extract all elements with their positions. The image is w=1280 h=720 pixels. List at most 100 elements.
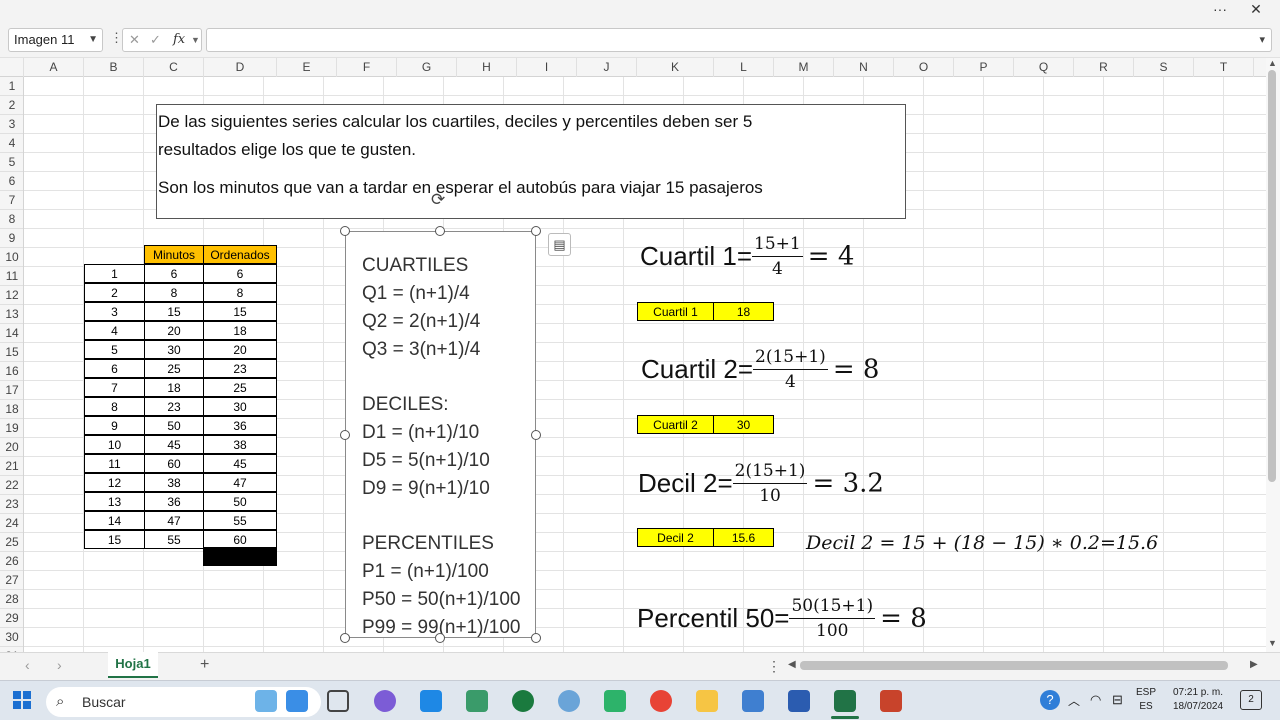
result-label-cuartil-2[interactable]: Cuartil 2 bbox=[637, 415, 714, 434]
table-cell-ordenados[interactable]: 25 bbox=[203, 378, 277, 397]
scroll-right-icon[interactable]: ▶ bbox=[1250, 659, 1258, 670]
row-header[interactable]: 16 bbox=[0, 362, 23, 381]
row-header[interactable]: 25 bbox=[0, 533, 23, 552]
resize-handle[interactable] bbox=[435, 226, 445, 236]
table-cell-ordenados[interactable]: 15 bbox=[203, 302, 277, 321]
row-header[interactable]: 18 bbox=[0, 400, 23, 419]
next-sheet-icon[interactable]: › bbox=[57, 657, 62, 673]
table-cell-minutos[interactable]: 23 bbox=[144, 397, 204, 416]
table-cell-ordenados[interactable]: 30 bbox=[203, 397, 277, 416]
column-header[interactable]: E bbox=[277, 58, 337, 77]
column-header[interactable]: M bbox=[774, 58, 834, 77]
table-cell-minutos[interactable]: 6 bbox=[144, 264, 204, 283]
row-header[interactable]: 8 bbox=[0, 210, 23, 229]
table-cell-minutos[interactable]: 47 bbox=[144, 511, 204, 530]
search-highlight-icon[interactable] bbox=[255, 690, 277, 712]
row-header[interactable]: 5 bbox=[0, 153, 23, 172]
task-view-icon[interactable] bbox=[327, 690, 349, 712]
enter-icon[interactable]: ✓ bbox=[150, 29, 161, 51]
table-cell-index[interactable]: 14 bbox=[84, 511, 145, 530]
table-cell-minutos[interactable]: 30 bbox=[144, 340, 204, 359]
table-cell-ordenados[interactable]: 18 bbox=[203, 321, 277, 340]
table-cell-ordenados[interactable]: 8 bbox=[203, 283, 277, 302]
table-cell-index[interactable]: 5 bbox=[84, 340, 145, 359]
row-header[interactable]: 28 bbox=[0, 590, 23, 609]
resize-handle[interactable] bbox=[435, 633, 445, 643]
column-header[interactable]: N bbox=[834, 58, 894, 77]
layout-options-icon[interactable]: ▤ bbox=[548, 233, 571, 256]
horizontal-scroll-thumb[interactable] bbox=[800, 661, 1228, 670]
table-cell-minutos[interactable]: 8 bbox=[144, 283, 204, 302]
column-header[interactable]: P bbox=[954, 58, 1014, 77]
resize-handle[interactable] bbox=[340, 430, 350, 440]
row-header[interactable]: 6 bbox=[0, 172, 23, 191]
table-cell-ordenados[interactable]: 20 bbox=[203, 340, 277, 359]
table-cell-ordenados[interactable]: 6 bbox=[203, 264, 277, 283]
table-cell-minutos[interactable]: 15 bbox=[144, 302, 204, 321]
row-header[interactable]: 1 bbox=[0, 77, 23, 96]
result-value-decil-2[interactable]: 15.6 bbox=[713, 528, 774, 547]
vscode-icon[interactable] bbox=[420, 690, 442, 712]
row-header[interactable]: 29 bbox=[0, 609, 23, 628]
row-header[interactable]: 13 bbox=[0, 305, 23, 324]
column-header[interactable]: T bbox=[1194, 58, 1254, 77]
windows-start-icon[interactable] bbox=[13, 691, 31, 709]
table-cell-ordenados[interactable]: 23 bbox=[203, 359, 277, 378]
scroll-left-icon[interactable]: ◀ bbox=[788, 659, 796, 670]
column-header[interactable]: L bbox=[714, 58, 774, 77]
table-cell-minutos[interactable]: 60 bbox=[144, 454, 204, 473]
row-header[interactable]: 9 bbox=[0, 229, 23, 248]
table-cell-minutos[interactable]: 45 bbox=[144, 435, 204, 454]
rotate-handle-icon[interactable]: ⟳ bbox=[431, 190, 445, 210]
row-header[interactable]: 21 bbox=[0, 457, 23, 476]
taskbar-search[interactable]: ⌕ Buscar bbox=[46, 687, 321, 717]
row-header[interactable]: 4 bbox=[0, 134, 23, 153]
wifi-icon[interactable]: ◠ bbox=[1090, 692, 1101, 708]
photos-icon[interactable] bbox=[742, 690, 764, 712]
help-icon[interactable]: ? bbox=[1040, 690, 1060, 710]
row-header[interactable]: 30 bbox=[0, 628, 23, 647]
table-cell-index[interactable]: 11 bbox=[84, 454, 145, 473]
resize-handle[interactable] bbox=[531, 226, 541, 236]
table-cell-index[interactable]: 8 bbox=[84, 397, 145, 416]
column-header[interactable]: F bbox=[337, 58, 397, 77]
insert-function-icon[interactable]: fx bbox=[173, 29, 185, 51]
excel-icon[interactable] bbox=[834, 690, 856, 712]
resize-handle[interactable] bbox=[340, 633, 350, 643]
table-cell-index[interactable]: 9 bbox=[84, 416, 145, 435]
table-cell-index[interactable]: 6 bbox=[84, 359, 145, 378]
table-cell-minutos[interactable]: 20 bbox=[144, 321, 204, 340]
row-header[interactable]: 24 bbox=[0, 514, 23, 533]
table-cell-index[interactable]: 10 bbox=[84, 435, 145, 454]
row-header[interactable]: 10 bbox=[0, 248, 23, 267]
copilot-icon[interactable] bbox=[374, 690, 396, 712]
select-all-corner[interactable] bbox=[0, 58, 24, 77]
header-ordenados[interactable]: Ordenados bbox=[203, 245, 277, 264]
column-header[interactable]: O bbox=[894, 58, 954, 77]
volume-icon[interactable]: ⊟ bbox=[1112, 692, 1123, 708]
table-cell-minutos[interactable]: 25 bbox=[144, 359, 204, 378]
column-header[interactable]: S bbox=[1134, 58, 1194, 77]
cancel-icon[interactable]: ✕ bbox=[129, 29, 140, 51]
column-header[interactable]: A bbox=[24, 58, 84, 77]
resize-handle[interactable] bbox=[531, 633, 541, 643]
column-header[interactable]: I bbox=[517, 58, 577, 77]
row-header[interactable]: 12 bbox=[0, 286, 23, 305]
word-icon[interactable] bbox=[788, 690, 810, 712]
app-icon[interactable] bbox=[466, 690, 488, 712]
app-icon[interactable] bbox=[512, 690, 534, 712]
widget-icon[interactable] bbox=[286, 690, 308, 712]
column-header[interactable]: J bbox=[577, 58, 637, 77]
header-minutos[interactable]: Minutos bbox=[144, 245, 204, 264]
result-value-cuartil-2[interactable]: 30 bbox=[713, 415, 774, 434]
table-cell-minutos[interactable]: 36 bbox=[144, 492, 204, 511]
table-cell-ordenados[interactable]: 38 bbox=[203, 435, 277, 454]
formula-input[interactable]: ▾ bbox=[206, 28, 1272, 52]
vertical-scroll-thumb[interactable] bbox=[1268, 70, 1276, 482]
language-indicator[interactable]: ESP ES bbox=[1133, 686, 1159, 714]
row-header[interactable]: 26 bbox=[0, 552, 23, 571]
add-sheet-button[interactable]: + bbox=[200, 656, 209, 674]
row-header[interactable]: 20 bbox=[0, 438, 23, 457]
table-cell-ordenados[interactable]: 55 bbox=[203, 511, 277, 530]
table-cell-index[interactable]: 1 bbox=[84, 264, 145, 283]
